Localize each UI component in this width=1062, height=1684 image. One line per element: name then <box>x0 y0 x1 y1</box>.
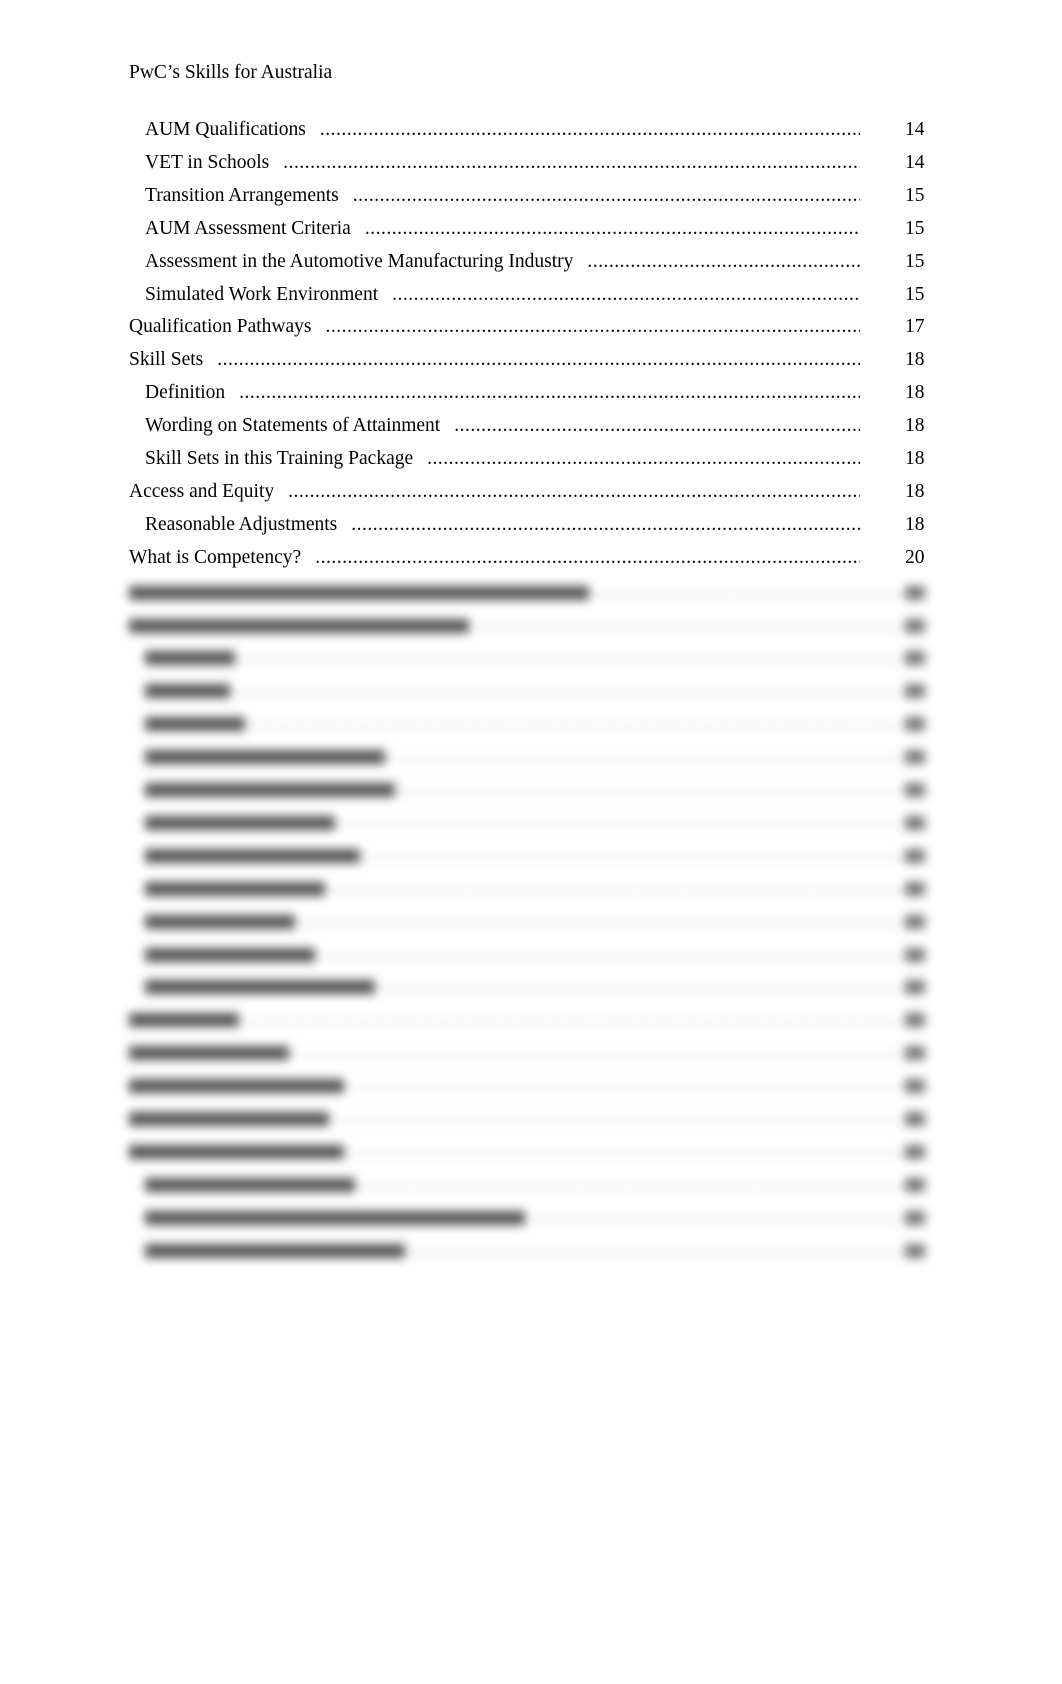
obscured-page <box>905 881 925 896</box>
obscured-page <box>905 1079 925 1094</box>
dot-leader: ........................................… <box>299 908 909 930</box>
dot-leader: ........................................… <box>239 645 909 667</box>
blurred-toc-section: ........................................… <box>0 0 1062 1684</box>
obscured-page <box>905 1112 925 1126</box>
obscured-label <box>145 684 230 699</box>
obscured-page <box>905 1177 925 1192</box>
dot-leader: ........................................… <box>529 1204 909 1226</box>
dot-leader: ........................................… <box>319 941 909 963</box>
obscured-label <box>129 1046 289 1061</box>
obscured-page <box>905 783 925 797</box>
obscured-label <box>129 1013 239 1028</box>
dot-leader: ........................................… <box>293 1040 909 1062</box>
obscured-label <box>145 1177 355 1192</box>
obscured-page <box>905 947 925 962</box>
obscured-page <box>905 848 925 863</box>
obscured-label <box>145 980 375 995</box>
obscured-label <box>129 1144 344 1159</box>
dot-leader: ........................................… <box>389 744 909 766</box>
obscured-page <box>905 1013 925 1028</box>
dot-leader: ........................................… <box>348 1073 909 1095</box>
obscured-page <box>905 914 925 929</box>
obscured-page <box>905 1144 925 1159</box>
dot-leader: ........................................… <box>399 777 909 798</box>
dot-leader: ........................................… <box>329 875 909 897</box>
obscured-label <box>145 1243 405 1258</box>
obscured-label <box>145 914 295 929</box>
obscured-page <box>905 717 925 732</box>
obscured-label <box>145 750 385 765</box>
dot-leader: ........................................… <box>359 1171 909 1193</box>
obscured-page <box>905 1243 925 1258</box>
obscured-page <box>905 585 925 600</box>
dot-leader: ........................................… <box>243 1007 909 1029</box>
obscured-label <box>129 618 469 633</box>
dot-leader: ........................................… <box>379 974 909 996</box>
obscured-page <box>905 1210 925 1225</box>
obscured-page <box>905 651 925 666</box>
obscured-page <box>905 618 925 633</box>
obscured-label <box>145 651 235 666</box>
obscured-page <box>905 980 925 995</box>
obscured-label <box>129 1079 344 1094</box>
obscured-page <box>905 750 925 765</box>
dot-leader: ........................................… <box>593 579 909 601</box>
obscured-label <box>145 717 245 732</box>
obscured-page <box>905 684 925 699</box>
dot-leader: ........................................… <box>249 711 909 733</box>
obscured-label <box>129 1112 329 1126</box>
dot-leader: ........................................… <box>348 1138 909 1160</box>
obscured-page <box>905 815 925 830</box>
dot-leader: ........................................… <box>234 678 909 700</box>
obscured-label <box>145 848 360 863</box>
dot-leader: ........................................… <box>473 612 909 634</box>
obscured-page <box>905 1046 925 1061</box>
obscured-label <box>145 783 395 797</box>
dot-leader: ........................................… <box>339 809 909 831</box>
obscured-label <box>129 585 589 600</box>
obscured-label <box>145 881 325 896</box>
dot-leader: ........................................… <box>333 1106 909 1127</box>
dot-leader: ........................................… <box>409 1237 909 1259</box>
dot-leader: ........................................… <box>364 842 909 864</box>
obscured-label <box>145 1210 525 1225</box>
obscured-label <box>145 815 335 830</box>
obscured-label <box>145 947 315 962</box>
